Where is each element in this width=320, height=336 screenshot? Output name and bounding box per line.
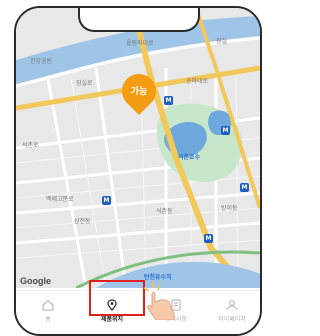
pointing-hand-icon xyxy=(143,281,175,320)
highlight-box xyxy=(89,280,145,316)
map-label-hangang: 한강공원 xyxy=(30,58,53,65)
subway-station-marker[interactable]: M xyxy=(164,96,173,105)
pin-status-label: 가능 xyxy=(130,87,148,97)
map-label-bangi: 방이동 xyxy=(221,205,238,212)
subway-station-marker[interactable]: M xyxy=(102,196,111,205)
map-label-songpa: 송파대로 xyxy=(186,78,209,85)
subway-station-marker[interactable]: M xyxy=(204,234,213,243)
map-label-baekje: 백제고분로 xyxy=(46,196,74,203)
map-label-seokchon: 석촌동 xyxy=(156,208,173,215)
subway-station-marker[interactable]: M xyxy=(221,126,230,135)
phone-notch xyxy=(78,8,200,32)
map-label-jamsil: 잠실 xyxy=(216,38,228,45)
map-label-seokchon-ro: 석촌로 xyxy=(22,142,39,149)
map-label-lake: 석촌호수 xyxy=(178,154,201,161)
nav-item-mypage[interactable]: 마이페이지 xyxy=(208,299,256,323)
nav-item-home[interactable]: 홈 xyxy=(24,299,72,323)
map-view[interactable]: 한강공원 올림픽대로 잠실로 석촌호수 석촌로 백제고분로 삼전동 석촌동 탄천… xyxy=(16,8,260,288)
map-canvas xyxy=(16,8,260,288)
map-label-olympic: 올림픽대로 xyxy=(126,40,154,47)
subway-station-marker[interactable]: M xyxy=(240,183,249,192)
home-icon xyxy=(42,299,54,311)
google-logo: Google xyxy=(20,276,51,286)
map-label-samjeon: 삼전동 xyxy=(74,218,91,225)
user-icon xyxy=(227,300,237,311)
map-label-jamsil-ro: 잠실로 xyxy=(76,80,93,87)
